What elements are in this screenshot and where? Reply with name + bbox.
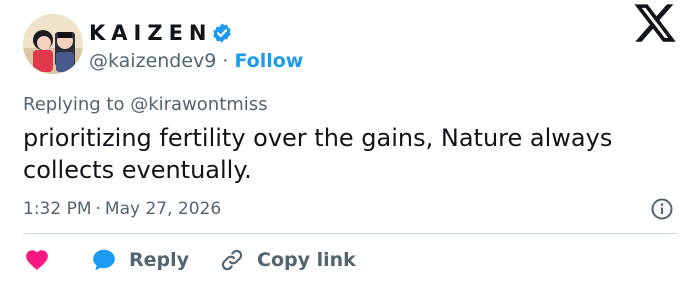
info-icon[interactable]: [650, 197, 674, 221]
tweet-timestamp[interactable]: 1:32 PM · May 27, 2026: [23, 198, 221, 220]
tweet-actions: Reply Copy link: [23, 247, 356, 273]
tweet-date: May 27, 2026: [104, 199, 222, 219]
copy-link-button[interactable]: Copy link: [189, 247, 356, 273]
replying-to-label: Replying to: [23, 94, 125, 115]
heart-icon: [26, 250, 48, 270]
reply-bubble-icon: [93, 249, 115, 271]
copy-link-label: Copy link: [257, 249, 356, 271]
replying-to-line: Replying to @kirawontmiss: [23, 93, 268, 117]
divider: [23, 233, 678, 234]
handle-separator: ·: [222, 50, 229, 72]
link-icon: [221, 249, 243, 271]
reply-button[interactable]: Reply: [51, 247, 189, 273]
x-logo-icon[interactable]: [632, 0, 678, 46]
author-handle-line: @kaizendev9 · Follow: [89, 49, 303, 73]
reply-label: Reply: [129, 249, 190, 271]
tweet-header: KAIZEN @kaizendev9 · Follow: [23, 14, 683, 78]
tweet-text: prioritizing fertility over the gains, N…: [23, 124, 613, 184]
follow-button[interactable]: Follow: [234, 50, 303, 72]
author-name-line: KAIZEN: [89, 19, 233, 47]
timestamp-separator: ·: [95, 199, 101, 219]
replying-to-mention[interactable]: @kirawontmiss: [130, 94, 267, 115]
tweet-embed: KAIZEN @kaizendev9 · Follow Replying to @k…: [0, 0, 700, 287]
avatar[interactable]: [23, 14, 83, 74]
tweet-time: 1:32 PM: [23, 199, 92, 219]
avatar-image: [23, 14, 83, 74]
author-handle[interactable]: @kaizendev9: [89, 50, 216, 72]
verified-badge-icon: [212, 23, 231, 43]
like-button[interactable]: [23, 247, 51, 273]
author-display-name[interactable]: KAIZEN: [89, 19, 213, 47]
